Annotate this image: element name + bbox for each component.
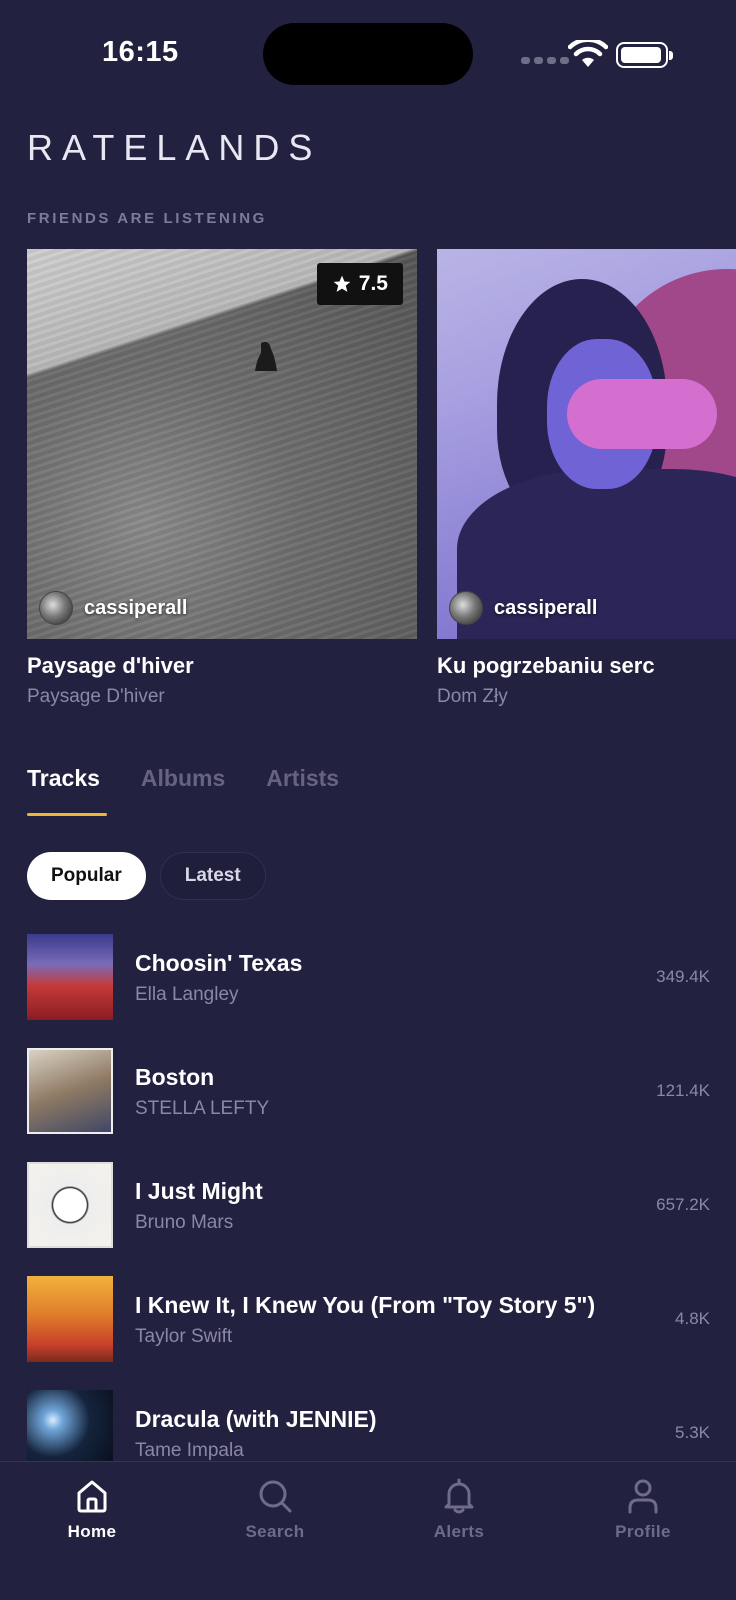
track-list: Choosin' Texas Ella Langley 349.4K Bosto… (27, 934, 710, 1461)
friend-tag[interactable]: cassiperall (449, 591, 597, 625)
search-icon (259, 1480, 292, 1513)
sort-chips: Popular Latest (27, 852, 266, 900)
track-title: Dracula (with JENNIE) (135, 1406, 377, 1432)
album-cover-image[interactable]: 7.5 cassiperall (27, 249, 417, 639)
art-shape (567, 379, 717, 449)
track-artist: Ella Langley (135, 984, 239, 1005)
home-icon (77, 1480, 107, 1513)
nav-home[interactable]: Home (32, 1476, 152, 1542)
figure-silhouette (255, 341, 277, 371)
track-count: 657.2K (656, 1195, 710, 1214)
nav-search[interactable]: Search (215, 1476, 335, 1542)
track-row[interactable]: Boston STELLA LEFTY 121.4K (27, 1048, 710, 1136)
bell-icon (444, 1478, 474, 1514)
tab-albums[interactable]: Albums (141, 765, 225, 816)
track-artist: Tame Impala (135, 1440, 244, 1461)
avatar (449, 591, 483, 625)
friend-album-card[interactable]: cassiperall Ku pogrzebaniu serc Dom Zły (437, 249, 736, 708)
track-artist: Bruno Mars (135, 1212, 234, 1233)
track-cover-image (27, 1048, 113, 1134)
track-artist: Taylor Swift (135, 1326, 233, 1347)
nav-search-label: Search (245, 1522, 305, 1541)
friend-username: cassiperall (494, 596, 598, 619)
chip-latest[interactable]: Latest (159, 852, 266, 900)
rating-value: 7.5 (358, 272, 388, 295)
track-row[interactable]: Choosin' Texas Ella Langley 349.4K (27, 934, 710, 1022)
avatar (39, 591, 73, 625)
track-artist: STELLA LEFTY (135, 1098, 270, 1119)
album-artist[interactable]: Paysage D'hiver (27, 686, 417, 708)
track-count: 349.4K (656, 967, 710, 986)
track-title: I Just Might (135, 1178, 263, 1204)
album-cover-image[interactable]: cassiperall (437, 249, 736, 639)
album-artist[interactable]: Dom Zły (437, 686, 736, 708)
tab-tracks[interactable]: Tracks (27, 765, 107, 816)
dynamic-island (263, 23, 473, 85)
wifi-icon (568, 40, 608, 67)
track-row[interactable]: I Knew It, I Knew You (From "Toy Story 5… (27, 1276, 710, 1364)
nav-profile-label: Profile (615, 1522, 671, 1541)
track-cover-image (27, 934, 113, 1020)
app-brand-title: RATELANDS (27, 127, 322, 168)
track-cover-image (27, 1276, 113, 1362)
nav-home-label: Home (67, 1522, 117, 1541)
friend-tag[interactable]: cassiperall (39, 591, 187, 625)
cellular-signal-icon (521, 57, 569, 64)
friend-username: cassiperall (84, 596, 188, 619)
track-cover-image (27, 1390, 113, 1461)
nav-profile[interactable]: Profile (583, 1476, 703, 1542)
nav-alerts-label: Alerts (433, 1522, 485, 1541)
friend-album-card[interactable]: 7.5 cassiperall Paysage d'hiver Paysage … (27, 249, 417, 708)
star-icon (333, 275, 351, 292)
track-row[interactable]: Dracula (with JENNIE) Tame Impala 5.3K (27, 1390, 710, 1461)
person-icon (628, 1479, 658, 1514)
track-cover-image (27, 1162, 113, 1248)
track-title: I Knew It, I Knew You (From "Toy Story 5… (135, 1292, 596, 1318)
bottom-nav: Home Search Alerts Profile (0, 1461, 736, 1600)
track-row[interactable]: I Just Might Bruno Mars 657.2K (27, 1162, 710, 1250)
friends-section-label: FRIENDS ARE LISTENING (27, 210, 267, 227)
content-tabs: Tracks Albums Artists (27, 765, 339, 816)
album-title[interactable]: Paysage d'hiver (27, 653, 417, 679)
battery-icon (616, 42, 673, 68)
tab-artists[interactable]: Artists (266, 765, 339, 816)
chip-popular[interactable]: Popular (27, 852, 146, 900)
app-screen: 16:15 RATELANDS FRIENDS ARE LISTENING 7.… (0, 0, 736, 1600)
rating-badge: 7.5 (316, 263, 403, 305)
track-title: Choosin' Texas (135, 950, 303, 976)
track-count: 121.4K (656, 1081, 710, 1100)
nav-alerts[interactable]: Alerts (399, 1476, 519, 1542)
track-title: Boston (135, 1064, 215, 1090)
track-count: 4.8K (675, 1309, 710, 1328)
friends-carousel[interactable]: 7.5 cassiperall Paysage d'hiver Paysage … (27, 249, 736, 709)
status-time: 16:15 (102, 36, 179, 68)
track-count: 5.3K (675, 1423, 710, 1442)
album-title[interactable]: Ku pogrzebaniu serc (437, 653, 736, 679)
